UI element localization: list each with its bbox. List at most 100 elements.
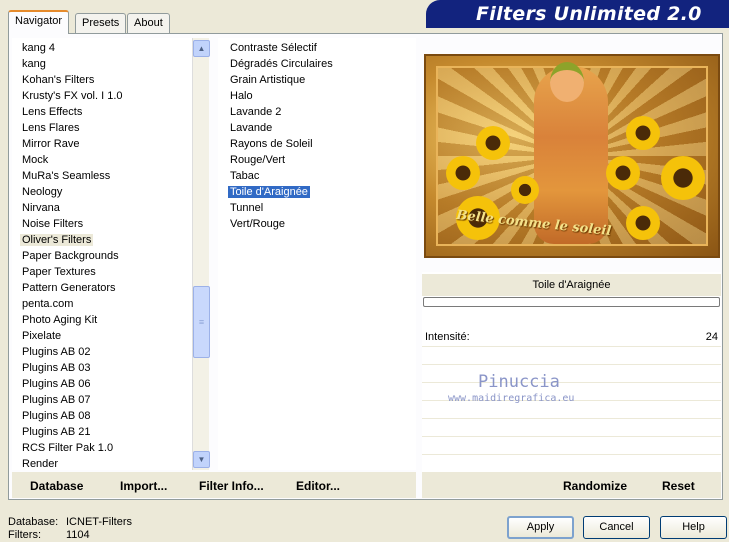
list-item[interactable]: Dégradés Circulaires [218, 56, 416, 72]
list-item[interactable]: Plugins AB 08 [12, 408, 192, 424]
list-item[interactable]: Oliver's Filters [12, 232, 192, 248]
list-item-label: Plugins AB 07 [22, 394, 91, 406]
apply-button[interactable]: Apply [507, 516, 574, 539]
tab-navigator-label: Navigator [15, 15, 63, 27]
editor-button[interactable]: Editor... [296, 479, 340, 493]
status-filters-label: Filters: [8, 529, 41, 541]
list-item[interactable]: Lavande 2 [218, 104, 416, 120]
import-button[interactable]: Import... [120, 479, 167, 493]
list-item[interactable]: Toile d'Araignée [218, 184, 416, 200]
list-item-label: Grain Artistique [230, 74, 306, 86]
scroll-thumb[interactable]: ≡ [193, 286, 210, 358]
cancel-button[interactable]: Cancel [583, 516, 650, 539]
param-row-intensity[interactable]: Intensité: 24 [422, 329, 721, 347]
list-item[interactable]: Paper Backgrounds [12, 248, 192, 264]
list-item[interactable]: kang [12, 56, 192, 72]
database-button-label: Database [30, 479, 84, 493]
reset-button[interactable]: Reset [662, 479, 695, 493]
list-item[interactable]: MuRa's Seamless [12, 168, 192, 184]
list-item[interactable]: Grain Artistique [218, 72, 416, 88]
param-label: Intensité: [425, 331, 470, 343]
tab-presets[interactable]: Presets [75, 13, 127, 33]
list-item[interactable]: Krusty's FX vol. I 1.0 [12, 88, 192, 104]
list-item[interactable]: Plugins AB 06 [12, 376, 192, 392]
list-item[interactable]: RCS Filter Pak 1.0 [12, 440, 192, 456]
list-item-label: Toile d'Araignée [228, 186, 310, 198]
list-item-label: Vert/Rouge [230, 218, 286, 230]
list-item[interactable]: Paper Textures [12, 264, 192, 280]
reset-button-label: Reset [662, 479, 695, 493]
list-item-label: RCS Filter Pak 1.0 [22, 442, 114, 454]
list-item[interactable]: Photo Aging Kit [12, 312, 192, 328]
list-item[interactable]: Lens Flares [12, 120, 192, 136]
list-item[interactable]: Rayons de Soleil [218, 136, 416, 152]
sunflower-icon [606, 156, 640, 190]
watermark-name: Pinuccia [478, 372, 560, 392]
list-item-label: Render [22, 458, 59, 470]
list-item[interactable]: Tunnel [218, 200, 416, 216]
list-item[interactable]: Contraste Sélectif [218, 40, 416, 56]
scroll-down-button[interactable]: ▼ [193, 451, 210, 468]
preview-head [550, 62, 584, 102]
list-item[interactable]: Pixelate [12, 328, 192, 344]
list-item[interactable]: Kohan's Filters [12, 72, 192, 88]
list-item[interactable]: Vert/Rouge [218, 216, 416, 232]
list-item-label: Pixelate [22, 330, 62, 342]
help-button[interactable]: Help [660, 516, 727, 539]
randomize-button[interactable]: Randomize [563, 479, 627, 493]
editor-button-label: Editor... [296, 479, 341, 493]
randomize-button-label: Randomize [563, 479, 628, 493]
tab-presets-label: Presets [82, 17, 120, 29]
status-filters-value: 1104 [66, 529, 90, 541]
sunflower-icon [661, 156, 705, 200]
list-item-label: Rouge/Vert [230, 154, 286, 166]
list-item[interactable]: kang 4 [12, 40, 192, 56]
list-item-label: Dégradés Circulaires [230, 58, 333, 70]
list-item[interactable]: Render [12, 456, 192, 470]
list-item[interactable]: Halo [218, 88, 416, 104]
list-item-label: Lavande [230, 122, 273, 134]
param-value: 24 [705, 331, 718, 343]
param-row-empty [422, 437, 721, 455]
filter-info-button[interactable]: Filter Info... [199, 479, 264, 493]
scroll-up-button[interactable]: ▲ [193, 40, 210, 57]
tab-navigator[interactable]: Navigator [8, 10, 70, 34]
import-button-label: Import... [120, 479, 168, 493]
category-scrollbar[interactable]: ▲ ≡ ▼ [192, 38, 210, 470]
list-item[interactable]: Noise Filters [12, 216, 192, 232]
list-item-label: Photo Aging Kit [22, 314, 98, 326]
list-item[interactable]: Lavande [218, 120, 416, 136]
list-item-label: Plugins AB 08 [22, 410, 91, 422]
list-item[interactable]: Plugins AB 07 [12, 392, 192, 408]
list-item[interactable]: Tabac [218, 168, 416, 184]
category-list[interactable]: kang 4 kang Kohan's Filters Krusty's FX vol… [12, 38, 192, 470]
list-item[interactable]: Rouge/Vert [218, 152, 416, 168]
list-item[interactable]: Mirror Rave [12, 136, 192, 152]
list-item[interactable]: Plugins AB 03 [12, 360, 192, 376]
list-item-label: Lens Effects [22, 106, 83, 118]
list-item[interactable]: Plugins AB 21 [12, 424, 192, 440]
list-item-label: Plugins AB 02 [22, 346, 91, 358]
list-item[interactable]: Neology [12, 184, 192, 200]
list-item[interactable]: Plugins AB 02 [12, 344, 192, 360]
list-item-label: Pattern Generators [22, 282, 116, 294]
list-item[interactable]: Mock [12, 152, 192, 168]
list-item-label: Mock [22, 154, 49, 166]
list-item[interactable]: Lens Effects [12, 104, 192, 120]
list-item-label: penta.com [22, 298, 74, 310]
list-item-label: Lavande 2 [230, 106, 282, 118]
list-item[interactable]: penta.com [12, 296, 192, 312]
right-button-bar: Randomize Reset [422, 472, 721, 498]
sunflower-icon [476, 126, 510, 160]
app-title-banner: Filters Unlimited 2.0 [426, 0, 729, 28]
param-row-empty [422, 365, 721, 383]
filter-list[interactable]: Contraste Sélectif Dégradés Circulaires Gr… [218, 38, 416, 470]
list-item-label: Kohan's Filters [22, 74, 95, 86]
list-item-label: Rayons de Soleil [230, 138, 313, 150]
list-item[interactable]: Pattern Generators [12, 280, 192, 296]
tab-about[interactable]: About [127, 13, 170, 33]
progress-bar [423, 297, 720, 307]
list-item[interactable]: Nirvana [12, 200, 192, 216]
database-button[interactable]: Database [30, 479, 83, 493]
list-item-label: Lens Flares [22, 122, 80, 134]
